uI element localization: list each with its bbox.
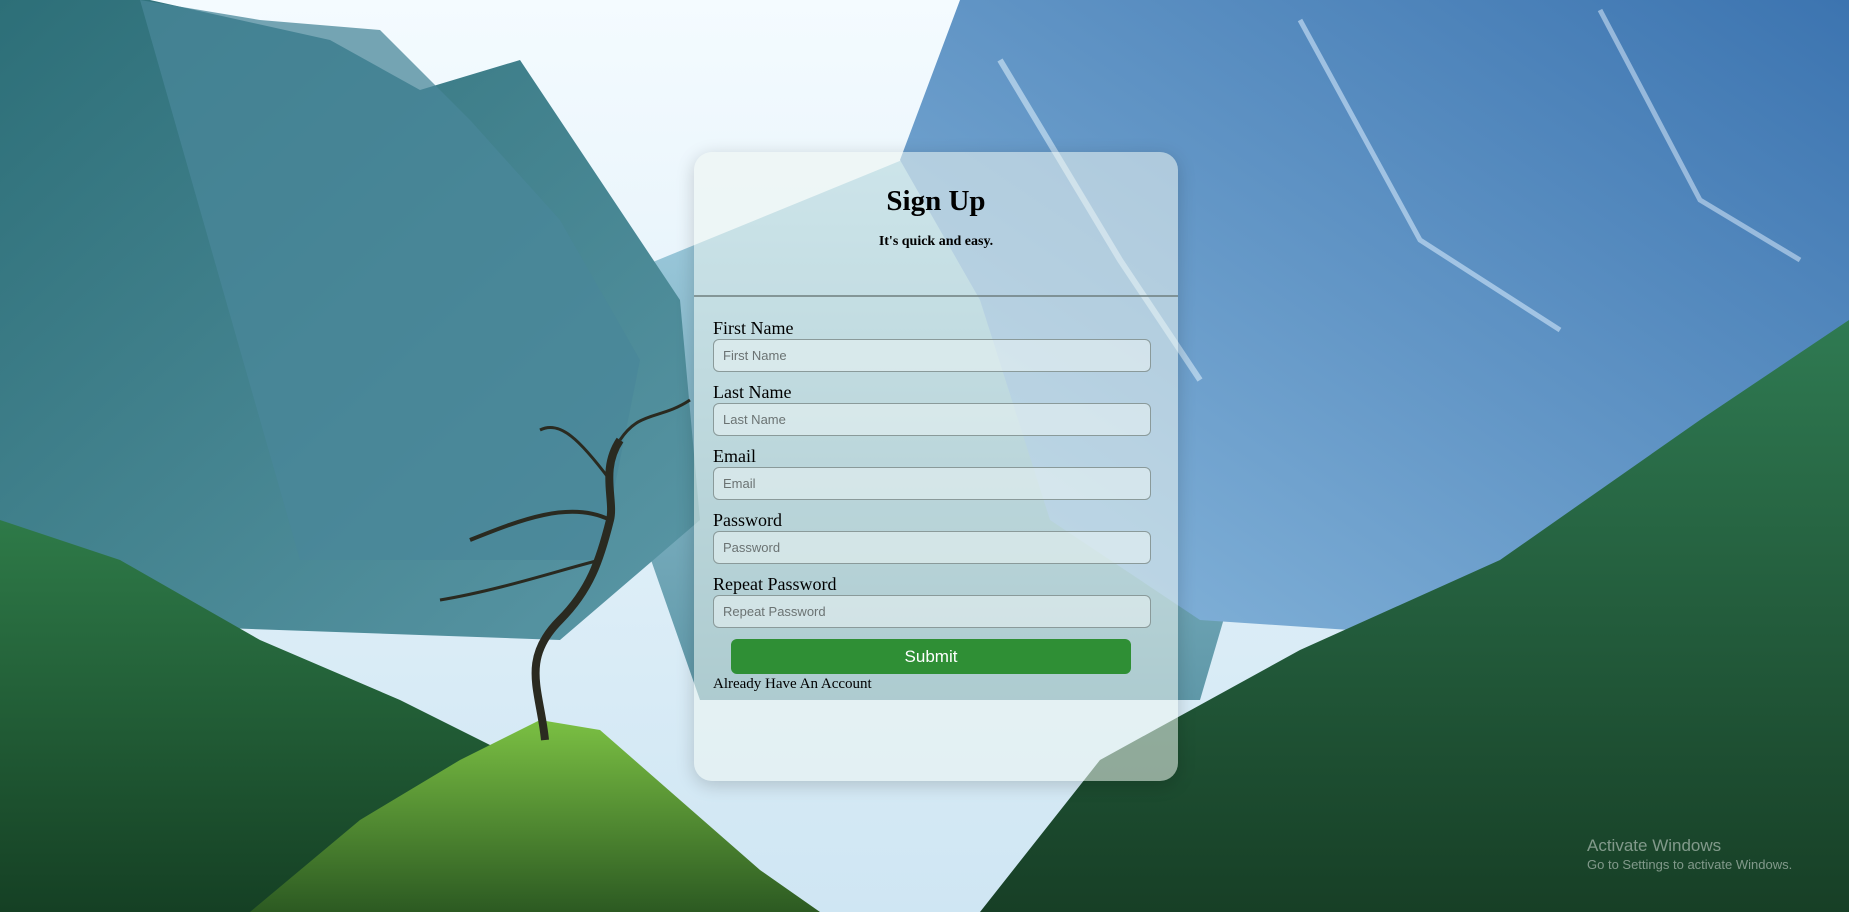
activate-windows-watermark: Activate Windows Go to Settings to activ… xyxy=(1587,836,1792,874)
signup-header: Sign Up It's quick and easy. xyxy=(694,152,1178,297)
email-label: Email xyxy=(713,446,756,466)
signup-form: First Name Last Name Email Password Repe… xyxy=(694,297,1178,693)
email-group: Email xyxy=(713,446,1151,500)
first-name-label: First Name xyxy=(713,318,794,338)
password-input[interactable] xyxy=(713,531,1151,564)
page-title: Sign Up xyxy=(886,185,986,217)
watermark-title: Activate Windows xyxy=(1587,836,1722,855)
watermark-subtitle: Go to Settings to activate Windows. xyxy=(1587,857,1793,872)
repeat-password-group: Repeat Password xyxy=(713,574,1151,628)
email-input[interactable] xyxy=(713,467,1151,500)
password-label: Password xyxy=(713,510,783,530)
first-name-input[interactable] xyxy=(713,339,1151,372)
first-name-group: First Name xyxy=(713,318,1151,372)
repeat-password-label: Repeat Password xyxy=(713,574,837,594)
signup-card: Sign Up It's quick and easy. First Name … xyxy=(694,152,1178,781)
password-group: Password xyxy=(713,510,1151,564)
last-name-group: Last Name xyxy=(713,382,1151,436)
repeat-password-input[interactable] xyxy=(713,595,1151,628)
submit-button[interactable]: Submit xyxy=(731,639,1131,674)
last-name-label: Last Name xyxy=(713,382,792,402)
page-subtitle: It's quick and easy. xyxy=(878,234,994,249)
last-name-input[interactable] xyxy=(713,403,1151,436)
already-have-account-link[interactable]: Already Have An Account xyxy=(713,676,872,693)
